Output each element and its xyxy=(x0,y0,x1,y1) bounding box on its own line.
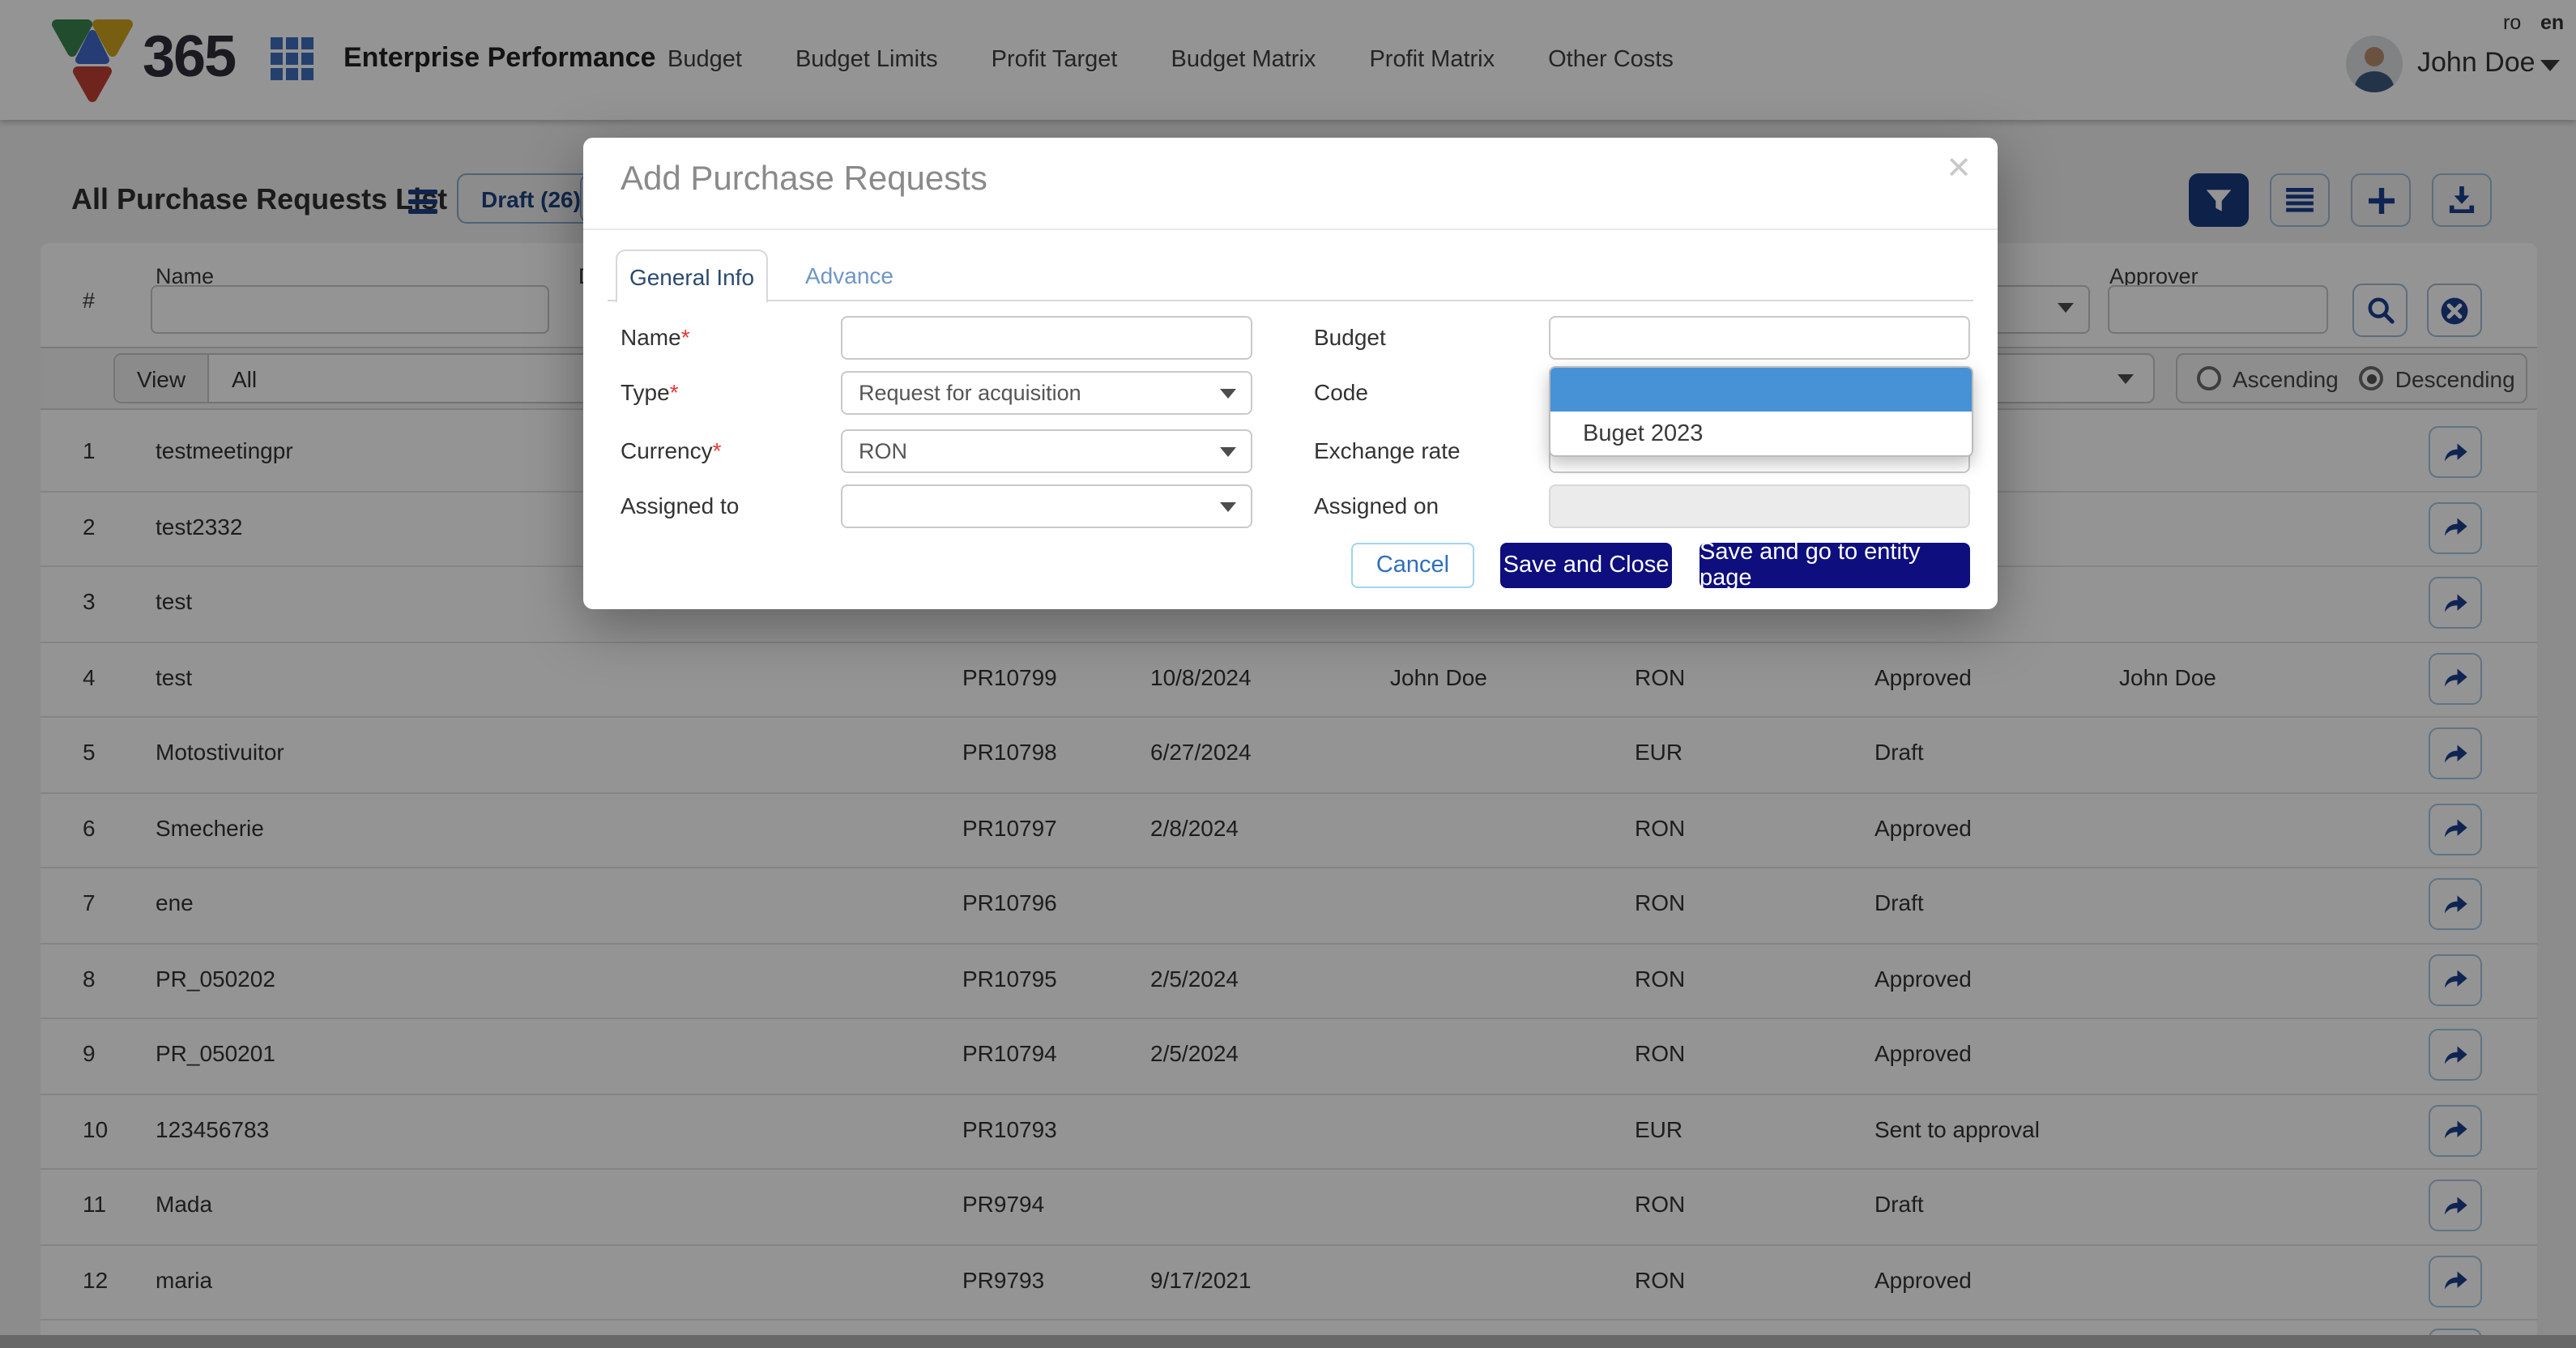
type-label: Type* xyxy=(621,379,679,405)
code-option-empty[interactable] xyxy=(1550,368,1972,412)
tab-general-info[interactable]: General Info xyxy=(616,250,768,303)
tab-underline xyxy=(608,300,1973,301)
code-label: Code xyxy=(1314,379,1368,405)
assigned-to-label: Assigned to xyxy=(621,493,739,518)
chevron-down-icon xyxy=(1220,447,1236,457)
budget-field[interactable] xyxy=(1549,316,1970,360)
currency-label: Currency* xyxy=(621,437,722,463)
cancel-button[interactable]: Cancel xyxy=(1351,543,1474,588)
name-label: Name* xyxy=(621,324,690,350)
assigned-to-select[interactable] xyxy=(841,484,1252,528)
chevron-down-icon xyxy=(1220,389,1236,399)
exchange-rate-label: Exchange rate xyxy=(1314,437,1461,463)
currency-select[interactable]: RON xyxy=(841,429,1252,473)
name-field[interactable] xyxy=(841,316,1252,360)
assigned-on-field xyxy=(1549,484,1970,528)
add-purchase-requests-modal: Add Purchase Requests ✕ General Info Adv… xyxy=(583,138,1998,609)
code-option-buget-2023[interactable]: Buget 2023 xyxy=(1550,412,1972,455)
type-select[interactable]: Request for acquisition xyxy=(841,371,1252,415)
modal-title: Add Purchase Requests xyxy=(621,160,987,199)
required-asterisk: * xyxy=(670,379,679,405)
required-asterisk: * xyxy=(713,437,722,463)
save-and-go-button[interactable]: Save and go to entity page xyxy=(1700,543,1970,588)
budget-label: Budget xyxy=(1314,324,1386,350)
tab-advance[interactable]: Advance xyxy=(805,250,893,300)
assigned-on-label: Assigned on xyxy=(1314,493,1439,518)
save-and-close-button[interactable]: Save and Close xyxy=(1500,543,1672,588)
close-icon[interactable]: ✕ xyxy=(1946,154,1972,185)
code-dropdown-panel: Buget 2023 xyxy=(1549,366,1973,457)
chevron-down-icon xyxy=(1220,502,1236,512)
modal-header-divider xyxy=(583,228,1998,230)
required-asterisk: * xyxy=(681,324,690,350)
